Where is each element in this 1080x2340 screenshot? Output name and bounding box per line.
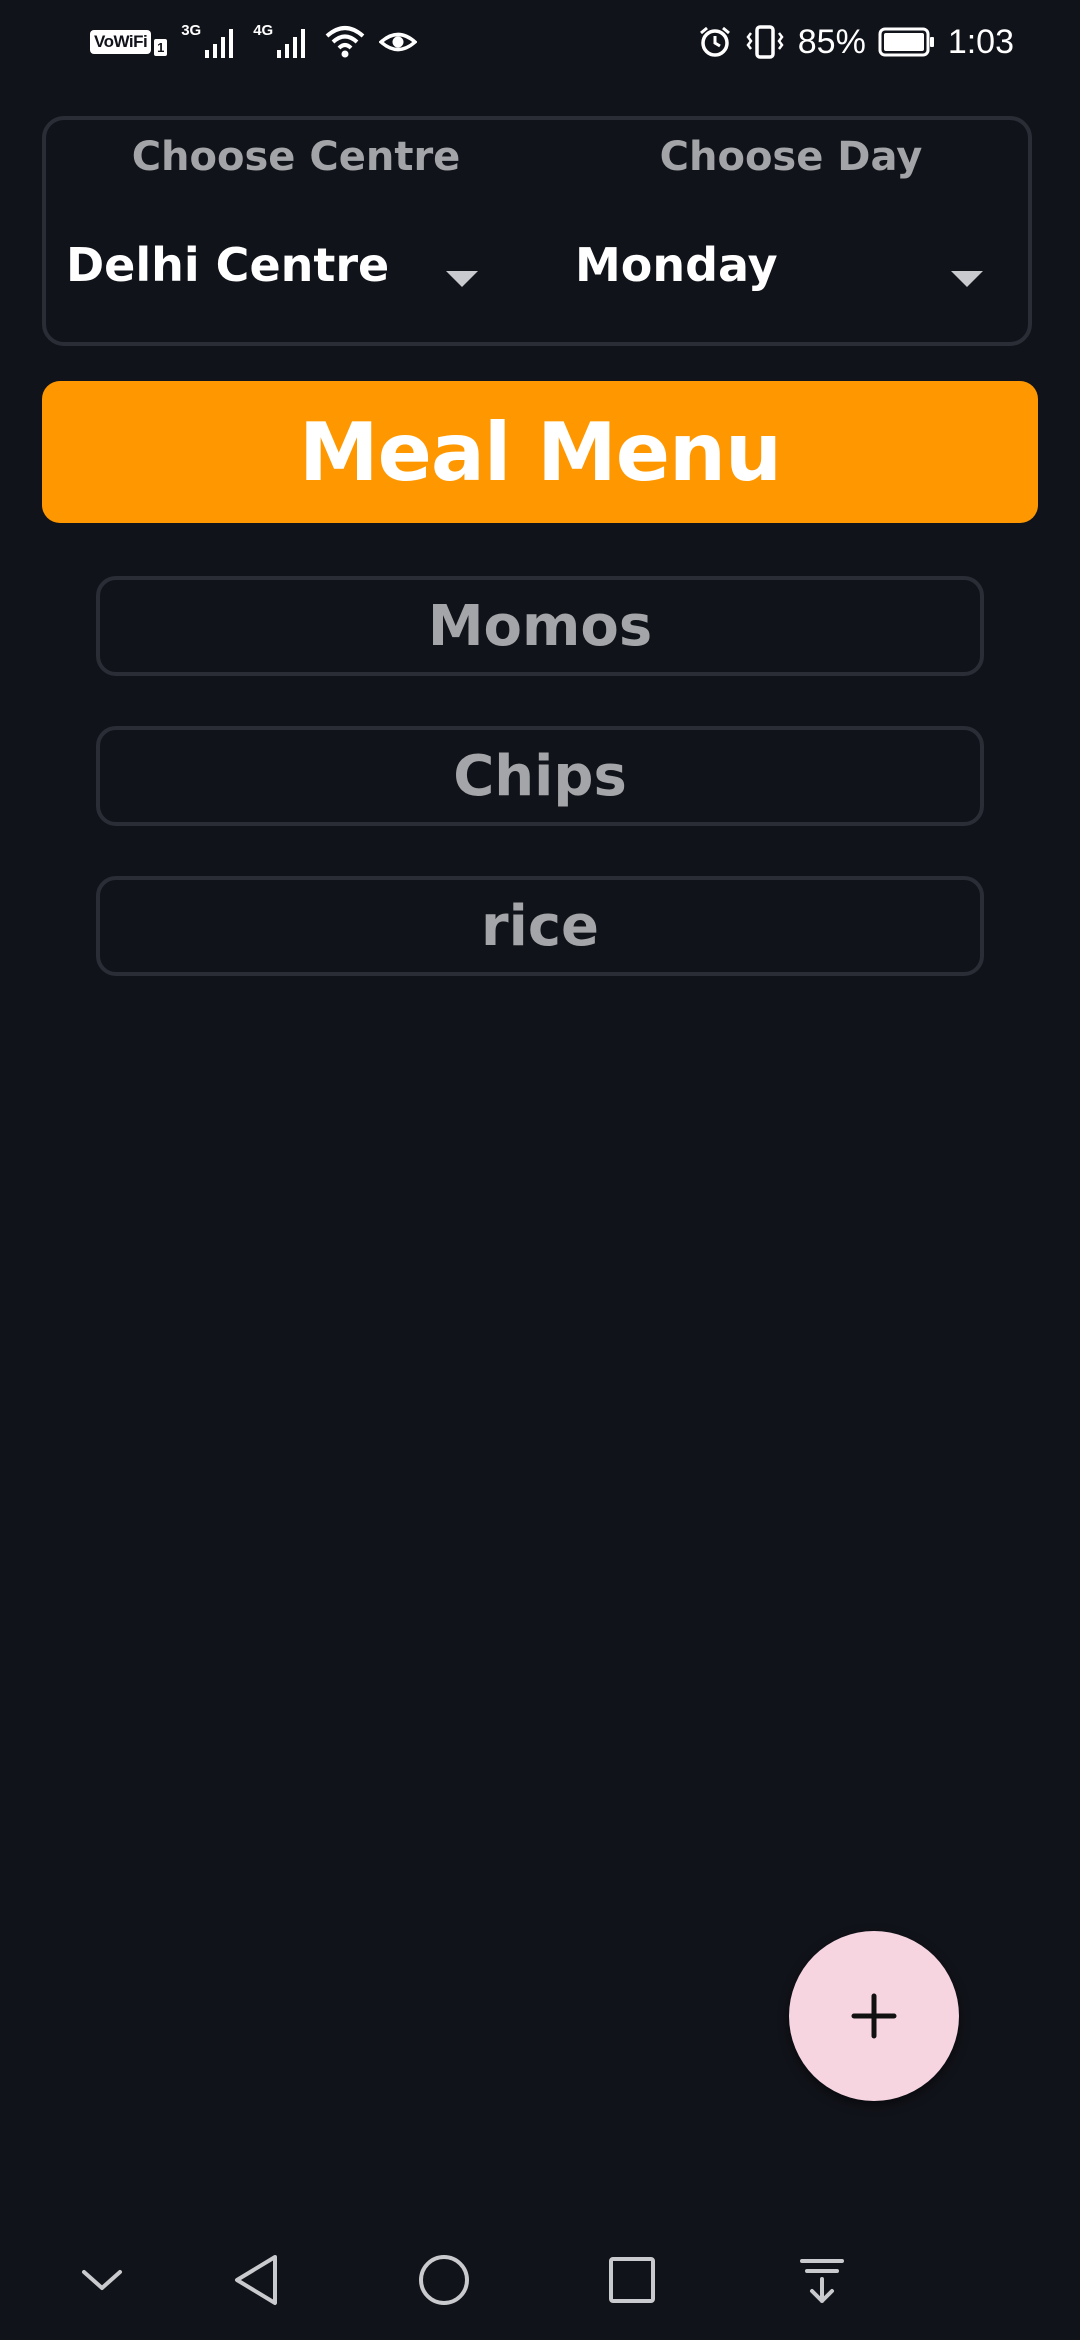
recents-icon — [609, 2257, 655, 2303]
meal-item-label: Momos — [427, 593, 653, 659]
alarm-icon — [699, 26, 730, 57]
meal-list-item[interactable]: Chips — [96, 726, 984, 826]
meal-item-label: Chips — [453, 743, 627, 809]
notification-pull-icon — [800, 2259, 844, 2303]
centre-dropdown[interactable]: Choose Centre Delhi Centre — [46, 120, 546, 342]
day-dropdown[interactable]: Choose Day Monday — [546, 120, 1036, 342]
system-nav-bar — [0, 2220, 1080, 2340]
battery-icon — [878, 27, 934, 57]
home-icon — [419, 2255, 469, 2305]
meal-list-item[interactable]: Momos — [96, 576, 984, 676]
nav-recents-button[interactable] — [572, 2220, 692, 2340]
eye-comfort-icon — [379, 32, 418, 52]
page-title: Meal Menu — [299, 405, 782, 499]
status-right: 85% 1:03 — [698, 20, 1014, 64]
status-left: VoWiFi 1 3G 4G — [90, 20, 418, 64]
vowifi-icon: VoWiFi 1 — [90, 29, 168, 56]
collapse-chevron-icon — [82, 2270, 122, 2290]
add-meal-button[interactable] — [789, 1931, 959, 2101]
battery-percent: 85% — [797, 22, 866, 61]
caret-down-icon[interactable] — [446, 271, 478, 287]
wifi-icon — [325, 26, 365, 58]
vowifi-label: VoWiFi — [90, 30, 152, 54]
vibrate-icon — [746, 25, 784, 59]
centre-dropdown-label: Choose Centre — [131, 134, 461, 180]
nav-collapse-button[interactable] — [42, 2220, 162, 2340]
status-bar: VoWiFi 1 3G 4G 85% 1:03 — [0, 0, 1080, 84]
nav-back-button[interactable] — [196, 2220, 316, 2340]
day-dropdown-label: Choose Day — [659, 134, 923, 180]
signal-3g-icon: 3G — [181, 22, 239, 60]
meal-menu-header: Meal Menu — [42, 381, 1038, 523]
network-4g-label: 4G — [253, 22, 274, 39]
selector-panel: Choose Centre Delhi Centre Choose Day Mo… — [42, 116, 1032, 346]
nav-notification-button[interactable] — [762, 2220, 882, 2340]
centre-dropdown-value[interactable]: Delhi Centre — [66, 238, 389, 292]
signal-4g-icon: 4G — [253, 22, 311, 60]
back-icon — [235, 2255, 277, 2305]
nav-home-button[interactable] — [384, 2220, 504, 2340]
day-dropdown-value[interactable]: Monday — [575, 238, 778, 292]
sim-badge: 1 — [154, 38, 168, 56]
meal-list-item[interactable]: rice — [96, 876, 984, 976]
network-3g-label: 3G — [181, 22, 202, 39]
caret-down-icon[interactable] — [951, 271, 983, 287]
meal-list: Momos Chips rice — [96, 576, 984, 1026]
screen: VoWiFi 1 3G 4G 85% 1:03 Choose Centre De… — [0, 0, 1080, 2340]
plus-icon — [851, 1993, 897, 2039]
clock: 1:03 — [947, 22, 1014, 61]
meal-item-label: rice — [481, 893, 599, 959]
